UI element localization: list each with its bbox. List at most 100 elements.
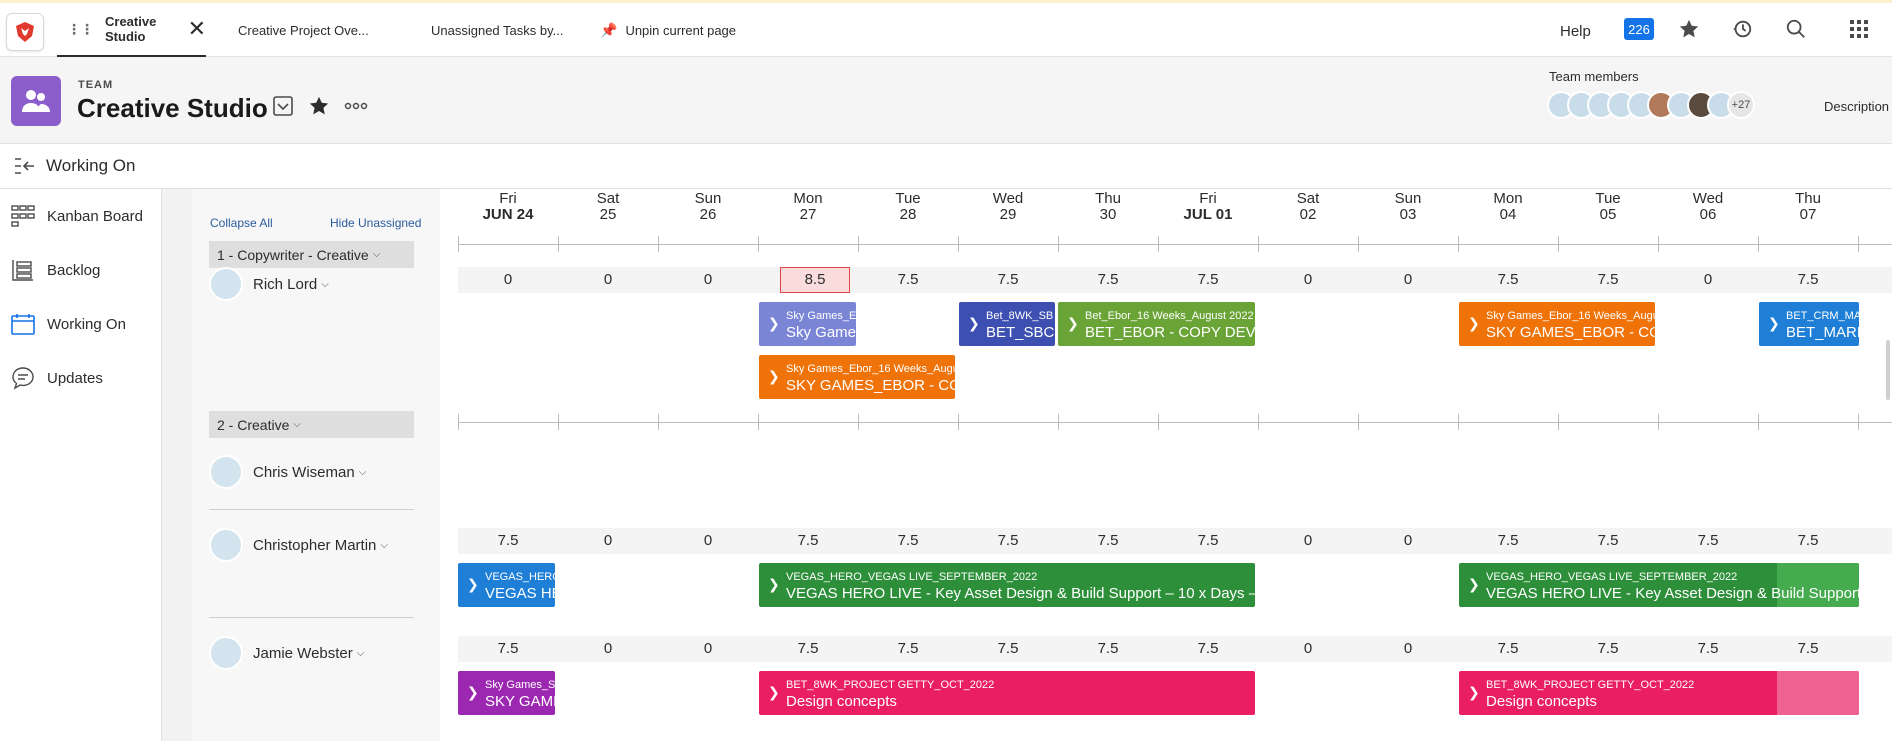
task-bar[interactable]: ❯ Bet_8WK_SB BET_SBC N <box>959 302 1055 346</box>
collapse-all-link[interactable]: Collapse All <box>210 216 273 230</box>
person-row[interactable]: Jamie Webster ⌵ <box>209 636 365 670</box>
hours-cell: 7.5 <box>1097 640 1119 657</box>
hide-unassigned-link[interactable]: Hide Unassigned <box>330 216 421 230</box>
more-options-icon[interactable] <box>344 94 368 118</box>
task-bar[interactable]: ❯ Bet_Ebor_16 Weeks_August 2022 BET_EBOR… <box>1058 302 1255 346</box>
expand-task-icon[interactable]: ❯ <box>968 315 980 332</box>
day-date: 02 <box>1299 206 1317 223</box>
search-icon[interactable] <box>1783 16 1809 42</box>
task-bar[interactable]: ❯ BET_8WK_PROJECT GETTY_OCT_2022 Design … <box>759 671 1255 715</box>
vertical-scrollbar[interactable] <box>1886 340 1890 400</box>
person-row[interactable]: Rich Lord ⌵ <box>209 267 329 301</box>
day-header: Fri JUN 24 <box>458 191 558 223</box>
app-logo[interactable] <box>6 13 44 51</box>
task-name: VEGAS HERO LIVE - Key Asset Design & Bui… <box>1486 585 1859 602</box>
day-of-week: Mon <box>793 190 823 207</box>
recent-history-icon[interactable] <box>1729 16 1755 42</box>
team-icon <box>11 76 61 126</box>
task-bar[interactable]: ❯ VEGAS_HERO VEGAS HER <box>458 563 555 607</box>
task-name: BET_EBOR - COPY DEV <box>1085 324 1255 341</box>
hours-cell: 0 <box>1403 271 1413 288</box>
more-members-count[interactable]: +27 <box>1727 91 1755 119</box>
expand-task-icon[interactable]: ❯ <box>768 576 780 593</box>
task-bar[interactable]: ❯ VEGAS_HERO_VEGAS LIVE_SEPTEMBER_2022 V… <box>759 563 1255 607</box>
expand-task-icon[interactable]: ❯ <box>467 684 479 701</box>
row-divider <box>209 509 414 510</box>
day-date: JUN 24 <box>482 206 534 223</box>
task-bar[interactable]: ❯ Sky Games_Ebor_16 Weeks_August SKY GAM… <box>759 355 955 399</box>
sidebar-item-updates[interactable]: Updates <box>0 356 162 400</box>
hours-cell: 0 <box>1703 271 1713 288</box>
task-bar[interactable]: ❯ Sky Games_St SKY GAMES <box>458 671 555 715</box>
ruler-tick <box>1358 414 1359 430</box>
sidebar-item-working-on[interactable]: Working On <box>0 302 162 346</box>
help-link[interactable]: Help <box>1560 23 1591 40</box>
expand-task-icon[interactable]: ❯ <box>768 315 780 332</box>
avatar <box>209 455 243 489</box>
person-row[interactable]: Christopher Martin ⌵ <box>209 528 388 562</box>
hours-cell: 7.5 <box>1797 640 1819 657</box>
expand-task-icon[interactable]: ❯ <box>768 684 780 701</box>
tab-creative-studio[interactable]: ⋮⋮ Creative Studio ✕ <box>57 3 206 57</box>
hours-cell: 0 <box>503 271 513 288</box>
tab-unassigned-tasks[interactable]: Unassigned Tasks by... <box>431 3 563 57</box>
sidebar-item-label: Kanban Board <box>47 207 143 225</box>
avatar <box>209 636 243 670</box>
task-name: SKY GAMES_EBOR - COPY <box>1486 324 1655 341</box>
chevron-down-icon: ⌵ <box>356 647 365 659</box>
hours-cell: 0 <box>1403 640 1413 657</box>
tab-creative-project-overview[interactable]: Creative Project Ove... <box>238 3 369 57</box>
notifications-badge[interactable]: 226 <box>1624 18 1654 40</box>
day-header: Sat 25 <box>558 191 658 223</box>
favorite-star-icon[interactable] <box>307 94 331 118</box>
task-bar[interactable]: ❯ Sky Games_E Sky Games <box>759 302 856 346</box>
task-bar[interactable]: ❯ Sky Games_Ebor_16 Weeks_August SKY GAM… <box>1459 302 1655 346</box>
group-header[interactable]: 1 - Copywriter - Creative ⌵ <box>209 241 414 268</box>
person-row[interactable]: Chris Wiseman ⌵ <box>209 455 366 489</box>
ruler-tick <box>1358 236 1359 252</box>
unpin-page-button[interactable]: 📌 Unpin current page <box>600 3 736 57</box>
sidebar-item-label: Updates <box>47 369 103 387</box>
ruler-tick <box>1258 414 1259 430</box>
description-link[interactable]: Description <box>1824 99 1889 114</box>
unpin-label: Unpin current page <box>625 22 737 38</box>
sidebar-item-label: Working On <box>47 315 126 333</box>
ruler-tick <box>958 414 959 430</box>
hours-row: 7.5 0 0 7.5 7.5 7.5 7.5 7.5 0 0 7.5 7.5 7.5 7.5 <box>458 528 1892 554</box>
hours-cell: 0 <box>703 640 713 657</box>
expand-task-icon[interactable]: ❯ <box>1468 315 1480 332</box>
ruler-tick <box>1558 236 1559 252</box>
collapse-panel-icon[interactable] <box>14 157 36 180</box>
hours-row: 7.5 0 0 7.5 7.5 7.5 7.5 7.5 0 0 7.5 7.5 7.5 7.5 <box>458 636 1892 662</box>
backlog-icon <box>10 258 36 282</box>
expand-task-icon[interactable]: ❯ <box>1468 576 1480 593</box>
row-divider <box>209 617 414 618</box>
day-header: Sat 02 <box>1258 191 1358 223</box>
expand-task-icon[interactable]: ❯ <box>1768 315 1780 332</box>
sidebar-item-kanban-board[interactable]: Kanban Board <box>0 194 162 238</box>
task-project: Sky Games_St <box>485 679 555 691</box>
day-header: Sun 26 <box>658 191 758 223</box>
task-overflow-segment <box>1777 671 1859 715</box>
sidebar-item-backlog[interactable]: Backlog <box>0 248 162 292</box>
apps-grid-icon[interactable] <box>1846 16 1872 42</box>
task-bar[interactable]: ❯ VEGAS_HERO_VEGAS LIVE_SEPTEMBER_2022 V… <box>1459 563 1859 607</box>
drag-handle-icon[interactable]: ⋮⋮ <box>67 21 94 38</box>
task-name: Design concepts <box>786 693 897 710</box>
close-tab-icon[interactable]: ✕ <box>188 18 206 40</box>
dropdown-toggle-icon[interactable] <box>271 94 295 118</box>
expand-task-icon[interactable]: ❯ <box>1468 684 1480 701</box>
favorites-star-icon[interactable] <box>1676 16 1702 42</box>
hours-cell: 7.5 <box>497 640 519 657</box>
expand-task-icon[interactable]: ❯ <box>467 576 479 593</box>
expand-task-icon[interactable]: ❯ <box>768 368 780 385</box>
task-bar[interactable]: ❯ BET_CRM_MA BET_MARK <box>1759 302 1859 346</box>
expand-task-icon[interactable]: ❯ <box>1067 315 1079 332</box>
ruler-tick <box>858 414 859 430</box>
hours-cell: 0 <box>1403 532 1413 549</box>
pin-icon: 📌 <box>600 21 618 38</box>
group-header[interactable]: 2 - Creative ⌵ <box>209 411 414 438</box>
hours-cell: 7.5 <box>897 271 919 288</box>
task-bar[interactable]: ❯ BET_8WK_PROJECT GETTY_OCT_2022 Design … <box>1459 671 1859 715</box>
ruler-tick <box>658 414 659 430</box>
